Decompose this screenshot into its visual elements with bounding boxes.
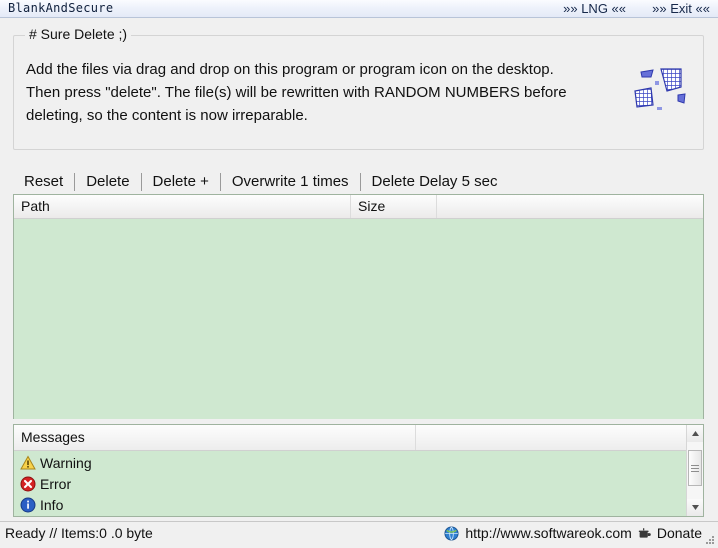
donate-icon (638, 527, 651, 538)
message-label: Info (40, 496, 64, 513)
website-link[interactable]: http://www.softwareok.com (465, 525, 632, 541)
description-line: Then press "delete". The file(s) will be… (26, 84, 567, 101)
error-icon (20, 476, 36, 491)
message-label: Warning (40, 454, 92, 471)
language-button[interactable]: »» LNG «« (563, 0, 626, 18)
title-bar: BlankAndSecure »» LNG «« »» Exit «« (0, 0, 718, 18)
description-text: Add the files via drag and drop on this … (26, 58, 636, 127)
status-text: Ready // Items:0 .0 byte (5, 525, 153, 541)
resize-grip[interactable] (704, 534, 716, 546)
scroll-down-button[interactable] (687, 499, 703, 516)
delete-plus-button[interactable]: Delete + (142, 171, 220, 193)
delete-delay-button[interactable]: Delete Delay 5 sec (361, 171, 509, 193)
chevron-up-icon (691, 431, 699, 436)
delete-button[interactable]: Delete (75, 171, 140, 193)
description-line: deleting, so the content is now irrepara… (26, 107, 308, 124)
shredded-grid-icon (634, 68, 686, 110)
overwrite-times-button[interactable]: Overwrite 1 times (221, 171, 360, 193)
column-header-messages[interactable]: Messages (14, 425, 416, 450)
column-header-size[interactable]: Size (351, 195, 437, 218)
column-header-messages-extra[interactable] (416, 425, 686, 450)
warning-icon (20, 454, 36, 469)
scroll-up-button[interactable] (687, 425, 703, 442)
messages-scrollbar[interactable] (686, 425, 703, 516)
scrollbar-thumb[interactable] (688, 450, 702, 486)
info-groupbox: # Sure Delete ;) Add the files via drag … (13, 26, 704, 150)
messages-body[interactable]: Warning Error Info (14, 451, 686, 516)
message-row-info[interactable]: Info (14, 494, 686, 515)
chevron-down-icon (691, 505, 699, 510)
donate-link[interactable]: Donate (657, 525, 702, 541)
reset-button[interactable]: Reset (13, 171, 74, 193)
status-bar: Ready // Items:0 .0 byte http://www.soft… (0, 521, 718, 548)
groupbox-title: # Sure Delete ;) (25, 26, 132, 42)
messages-header: Messages (14, 425, 686, 451)
column-header-extra[interactable] (437, 195, 703, 218)
description-line: Add the files via drag and drop on this … (26, 61, 554, 78)
message-row-error[interactable]: Error (14, 473, 686, 494)
toolbar: Reset Delete Delete + Overwrite 1 times … (13, 170, 508, 194)
message-label: Error (40, 475, 72, 492)
file-list-body[interactable] (14, 219, 703, 419)
messages-main: Messages Warning Error Info (14, 425, 686, 516)
message-row-warning[interactable]: Warning (14, 452, 686, 473)
file-list-header: Path Size (14, 195, 703, 219)
column-header-path[interactable]: Path (14, 195, 351, 218)
file-list[interactable]: Path Size (13, 194, 704, 419)
status-links: http://www.softwareok.com Donate (444, 525, 702, 541)
messages-panel: Messages Warning Error Info (13, 424, 704, 517)
globe-icon (444, 525, 459, 541)
scrollbar-track[interactable] (687, 442, 703, 499)
app-title: BlankAndSecure (8, 1, 114, 15)
info-icon (20, 497, 36, 512)
exit-button[interactable]: »» Exit «« (652, 0, 710, 18)
